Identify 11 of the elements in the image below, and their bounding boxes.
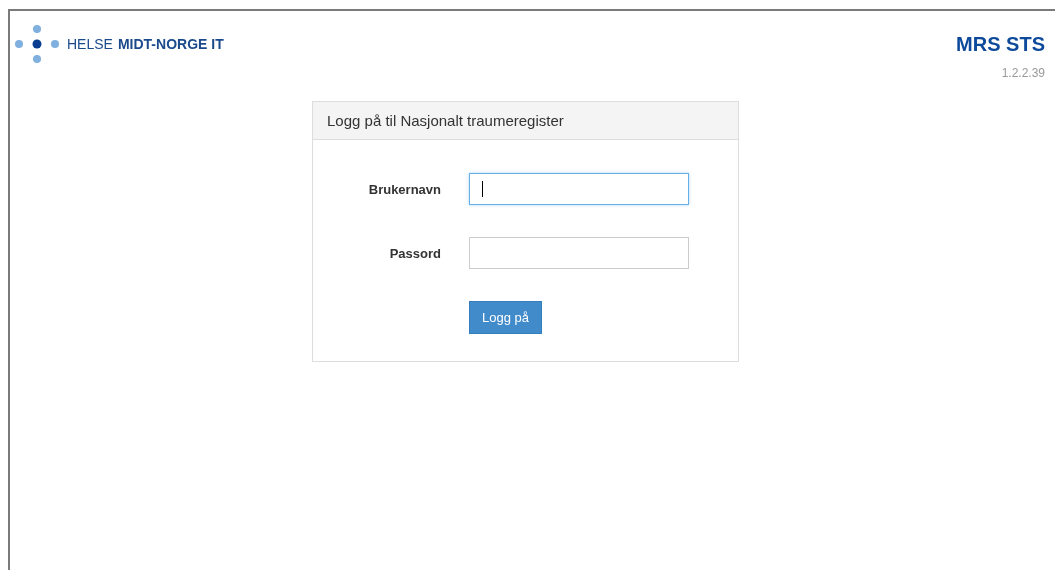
panel-heading: Logg på til Nasjonalt traumeregister [313,102,738,140]
logo-text: HELSE [67,36,113,52]
version-number: 1.2.2.39 [1000,66,1045,80]
field-label: Brukernavn [367,181,441,197]
input-field[interactable] [469,237,689,269]
input-field[interactable] [469,173,689,205]
logo-text: MIDT-NORGE IT [117,36,224,52]
app-title: MRS STS [956,33,1045,56]
field-label: Passord [388,245,441,261]
logo-icon [14,23,60,65]
login-button[interactable]: Logg på [469,301,542,334]
